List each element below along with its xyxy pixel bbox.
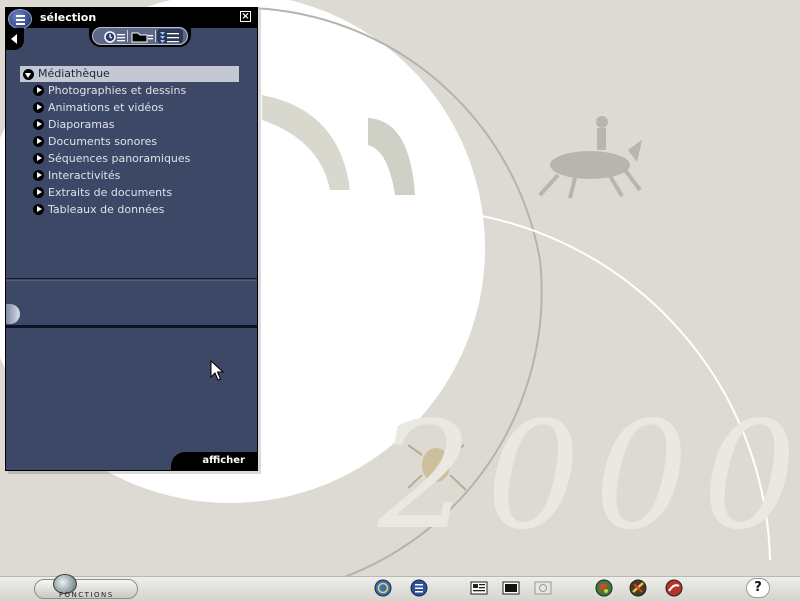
screen-icon[interactable] bbox=[501, 579, 521, 597]
tree-item-sequences-panoramiques[interactable]: Séquences panoramiques bbox=[32, 151, 237, 167]
folder-icon bbox=[131, 32, 153, 43]
tree-item-label: Interactivités bbox=[48, 169, 121, 182]
list-tree-icon bbox=[160, 32, 179, 43]
expand-right-icon[interactable] bbox=[33, 170, 44, 181]
tree-item-label: Animations et vidéos bbox=[48, 101, 164, 114]
tree-root-label: Médiathèque bbox=[38, 67, 110, 80]
panel-title: sélection bbox=[40, 11, 97, 24]
history-icon bbox=[104, 31, 125, 43]
tree-item-tableaux[interactable]: Tableaux de données bbox=[32, 202, 237, 218]
tree-item-interactivites[interactable]: Interactivités bbox=[32, 168, 237, 184]
history-icon[interactable] bbox=[373, 579, 393, 597]
panel-divider bbox=[6, 280, 257, 281]
mouse-cursor-icon bbox=[210, 360, 224, 381]
article-icon[interactable] bbox=[469, 579, 489, 597]
list-icon[interactable] bbox=[409, 579, 429, 597]
tree-item-label: Tableaux de données bbox=[48, 203, 165, 216]
tree-item-label: Séquences panoramiques bbox=[48, 152, 191, 165]
list-icon bbox=[8, 9, 32, 29]
back-arrow-icon[interactable] bbox=[6, 28, 24, 50]
close-button[interactable]: × bbox=[240, 11, 251, 22]
expand-right-icon[interactable] bbox=[33, 102, 44, 113]
toolbar-separator bbox=[155, 30, 156, 42]
expand-right-icon[interactable] bbox=[33, 204, 44, 215]
selection-panel: sélection × Médiathèque Photographies et… bbox=[5, 7, 258, 471]
gallery-icon[interactable] bbox=[533, 579, 553, 597]
tree-item-label: Extraits de documents bbox=[48, 186, 173, 199]
tree-item-documents-sonores[interactable]: Documents sonores bbox=[32, 134, 237, 150]
tree-item-label: Diaporamas bbox=[48, 118, 115, 131]
scroll-handle[interactable] bbox=[6, 304, 20, 324]
tree-item-extraits[interactable]: Extraits de documents bbox=[32, 185, 237, 201]
expand-right-icon[interactable] bbox=[33, 187, 44, 198]
folder-view-button[interactable] bbox=[129, 29, 155, 43]
expand-right-icon[interactable] bbox=[33, 119, 44, 130]
fonctions-label: FONCTIONS bbox=[59, 591, 114, 599]
expand-right-icon[interactable] bbox=[33, 153, 44, 164]
panel-divider bbox=[6, 325, 257, 328]
tree-item-animations[interactable]: Animations et vidéos bbox=[32, 100, 237, 116]
expand-right-icon[interactable] bbox=[33, 136, 44, 147]
panel-titlebar[interactable]: sélection × bbox=[6, 8, 257, 29]
panel-divider bbox=[6, 278, 257, 279]
toolbar-separator bbox=[127, 30, 128, 42]
view-switcher bbox=[92, 27, 188, 45]
tree-item-diaporamas[interactable]: Diaporamas bbox=[32, 117, 237, 133]
expand-down-icon[interactable] bbox=[23, 69, 34, 80]
afficher-button[interactable]: afficher bbox=[171, 452, 257, 470]
expand-right-icon[interactable] bbox=[33, 85, 44, 96]
fonctions-button[interactable]: FONCTIONS bbox=[34, 574, 138, 599]
tree-item-label: Photographies et dessins bbox=[48, 84, 187, 97]
history-view-button[interactable] bbox=[101, 29, 127, 43]
help-button[interactable]: ? bbox=[746, 578, 770, 598]
link-icon[interactable] bbox=[664, 579, 684, 597]
tools-icon[interactable] bbox=[628, 579, 648, 597]
horse-rider-emblem bbox=[538, 116, 642, 199]
year-watermark: 2000 bbox=[378, 390, 800, 562]
tree-item-photographies[interactable]: Photographies et dessins bbox=[32, 83, 237, 99]
tree-root-mediatheque[interactable]: Médiathèque bbox=[20, 66, 239, 82]
atlas-icon[interactable] bbox=[594, 579, 614, 597]
tree-view-button[interactable] bbox=[157, 29, 183, 43]
tree-item-label: Documents sonores bbox=[48, 135, 158, 148]
